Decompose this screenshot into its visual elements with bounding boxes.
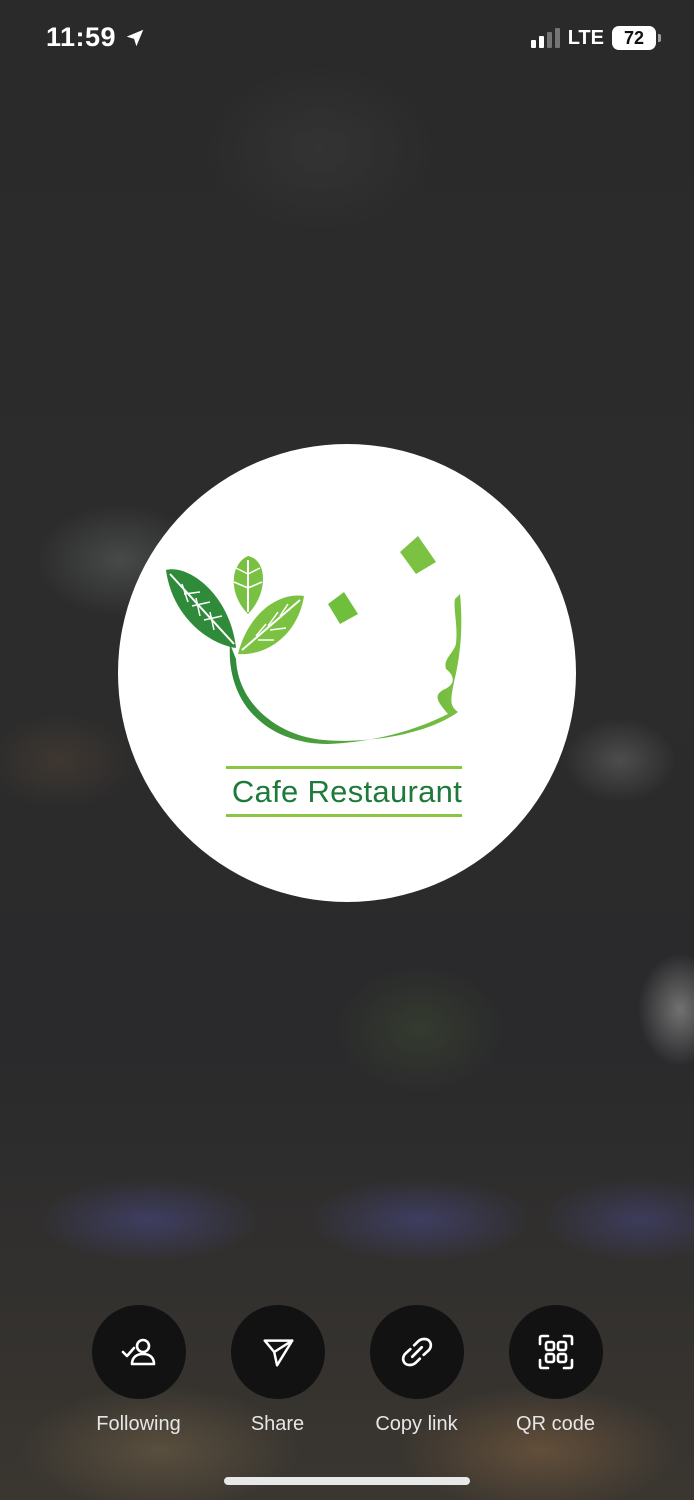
share-label: Share — [250, 1413, 305, 1435]
copy-link-label: Copy link — [375, 1413, 458, 1435]
leaf-top — [233, 556, 263, 614]
logo-rule-bottom — [226, 814, 462, 817]
qr-code-label: QR code — [516, 1413, 595, 1435]
profile-share-screen: 11:59 LTE 72 Cafe Restaurant Following S… — [0, 0, 694, 1500]
following-label: Following — [96, 1413, 181, 1435]
leaf-dark — [166, 569, 236, 648]
share-action[interactable]: Share — [230, 1305, 325, 1436]
network-type: LTE — [567, 26, 604, 49]
following-button[interactable] — [91, 1305, 186, 1399]
copy-link-button[interactable] — [369, 1305, 464, 1399]
cellular-signal-icon — [530, 28, 560, 48]
action-bar: Following Share Copy link QR code — [0, 1305, 694, 1436]
following-action[interactable]: Following — [91, 1305, 186, 1436]
battery-icon: 72 — [612, 26, 661, 50]
copy-link-action[interactable]: Copy link — [369, 1305, 464, 1436]
status-bar-time: 11:59 — [46, 22, 146, 53]
share-button[interactable] — [230, 1305, 325, 1399]
link-icon — [401, 1337, 432, 1367]
home-indicator[interactable] — [224, 1477, 470, 1485]
profile-avatar: Cafe Restaurant — [118, 444, 576, 902]
battery-level: 72 — [623, 27, 645, 48]
logo-caption: Cafe Restaurant — [231, 774, 463, 809]
cafe-logo-graphic — [166, 536, 462, 744]
status-bar-indicators: LTE 72 — [530, 26, 661, 50]
location-arrow-icon — [126, 29, 144, 46]
time-text: 11:59 — [46, 22, 117, 52]
following-person-check-icon — [121, 1338, 155, 1366]
share-paper-plane-icon — [262, 1339, 293, 1367]
qr-code-icon — [538, 1334, 573, 1370]
logo-rule-top — [226, 766, 462, 769]
qr-code-button[interactable] — [508, 1305, 603, 1399]
qr-code-action[interactable]: QR code — [508, 1305, 603, 1436]
